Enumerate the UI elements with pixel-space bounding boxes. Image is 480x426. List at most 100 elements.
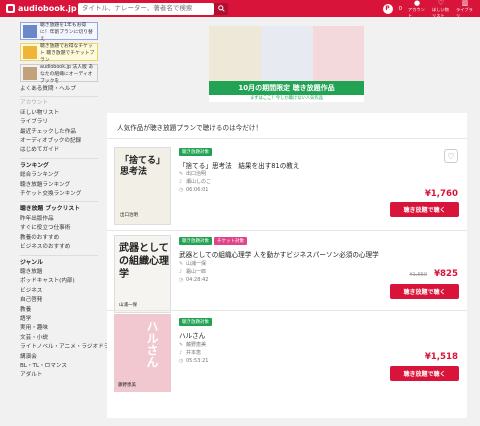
sidebar-item-wishlist[interactable]: ほしい物リスト [20, 109, 104, 118]
book-narrator: ♪ 霜山一郎 [179, 268, 206, 276]
heart-icon: ♡ [447, 151, 455, 161]
author-icon: ✎ [179, 261, 184, 267]
logo[interactable]: audiobook.jp [6, 4, 78, 13]
sidebar-item-genre[interactable]: 語学 [20, 315, 104, 324]
status-badge: 聴き放題対象 [179, 318, 212, 326]
banner-cover-art [261, 26, 313, 81]
book-author: ✎ 山浦一保 [179, 260, 206, 268]
campaign-banner[interactable]: 10月の期間限定 聴き放題作品 まずはここ！今しか聴けない人気作品 [209, 26, 364, 102]
price: ¥1,518 [424, 352, 458, 362]
cover-author: 山浦一保 [119, 303, 137, 308]
top-bar: audiobook.jp P 0 ● アカウント ♡ ほしい物リスト ▥ ライブ… [0, 0, 480, 19]
sidebar-item-log[interactable]: オーディオブックの記録 [20, 137, 104, 146]
status-badge: 聴き放題対象 [179, 237, 212, 245]
divider [20, 96, 98, 98]
sidebar-item-genre[interactable]: 実用・趣味 [20, 324, 104, 333]
promo-business[interactable]: audiobook.jp 法人版 あなたの組織にオーディオブックを [20, 64, 98, 84]
sidebar-heading-genre: ジャンル [20, 259, 43, 266]
banner-title: 10月の期間限定 聴き放題作品 [209, 81, 364, 95]
promo-thumbnail [23, 66, 37, 80]
book-duration: ◷ 06:06:01 [179, 186, 208, 194]
page-title: 人気作品が聴き放題プランで聴けるのは今だけ！ [117, 124, 263, 132]
book-duration: ◷ 04:28:42 [179, 276, 208, 284]
wishlist-button[interactable]: ♡ ほしい物リスト [432, 0, 450, 19]
banner-cover-art [209, 26, 261, 81]
coin-count: 0 [398, 5, 403, 12]
cover-title: 「捨てる」思考法 [120, 156, 166, 177]
logo-icon [6, 4, 15, 13]
sidebar-item-ranking-unlimited[interactable]: 聴き放題ランキング [20, 181, 104, 190]
sidebar-item-ranking-all[interactable]: 総合ランキング [20, 171, 104, 180]
listen-button[interactable]: 聴き放題で聴く [390, 202, 459, 217]
listen-button[interactable]: 聴き放題で聴く [390, 366, 459, 381]
sidebar-item-genre[interactable]: 講演会 [20, 353, 104, 362]
status-badge: 聴き放題対象 [179, 148, 212, 156]
book-title[interactable]: ハルさん [179, 330, 205, 340]
sidebar-item-genre[interactable]: 自己啓発 [20, 296, 104, 305]
account-button[interactable]: ● アカウント [408, 0, 426, 19]
sidebar: 聴き放題を1年もお得に！年割プランに切り替え 聴き放題でお得なチケット 聴き放題… [20, 22, 115, 381]
sidebar-item-genre[interactable]: 教養 [20, 306, 104, 315]
sidebar-item-genre[interactable]: BL・TL・ロマンス [20, 362, 104, 371]
sidebar-item-genre[interactable]: アダルト [20, 371, 104, 380]
tag-list: 聴き放題対象 チケット対象 [179, 237, 247, 245]
banner-subtitle: まずはここ！今しか聴けない人気作品 [249, 96, 324, 101]
sidebar-item-faq[interactable]: よくある質問・ヘルプ [20, 85, 104, 94]
favorite-button[interactable]: ♡ [444, 149, 458, 163]
author-name: 山浦一保 [186, 261, 207, 267]
book-cover[interactable]: 「捨てる」思考法 出口治明 [114, 147, 171, 225]
clock-icon: ◷ [179, 358, 184, 364]
sidebar-item-ranking-ticket[interactable]: チケット交換ランキング [20, 190, 104, 199]
search-button[interactable] [214, 2, 228, 15]
coin-icon[interactable]: P [382, 3, 393, 14]
list-item: 武器としての組織心理学 山浦一保 聴き放題対象 チケット対象 武器としての組織心… [107, 231, 467, 315]
sidebar-item-booklist[interactable]: ビジネスのおすすめ [20, 243, 104, 252]
main-panel: 人気作品が聴き放題プランで聴けるのは今だけ！ 「捨てる」思考法 出口治明 聴き放… [107, 113, 467, 418]
sidebar-item-recent[interactable]: 最近チェックした作品 [20, 128, 104, 137]
logo-text: audiobook.jp [18, 4, 77, 13]
sidebar-item-genre[interactable]: 聴き放題 [20, 268, 104, 277]
account-label: アカウント [408, 6, 425, 18]
listen-button[interactable]: 聴き放題で聴く [390, 284, 459, 299]
book-narrator: ♪ 井本恵 [179, 349, 201, 357]
list-item: ハルさん 藤野恵美 聴き放題対象 ハルさん ✎ 藤野恵美 ♪ 井本恵 ◷ 05:53:… [107, 311, 467, 411]
book-narrator: ♪ 瀬山しのこ [179, 178, 211, 186]
cover-title: 武器としての組織心理学 [119, 243, 169, 280]
sidebar-section-account: アカウント [20, 100, 48, 107]
duration-value: 04:28:42 [186, 277, 209, 283]
mic-icon: ♪ [179, 269, 183, 275]
book-cover[interactable]: ハルさん 藤野恵美 [114, 314, 171, 392]
book-title[interactable]: 「捨てる」思考法 結果を出す81の教え [179, 160, 299, 170]
tag-list: 聴き放題対象 [179, 148, 212, 156]
search-icon [217, 5, 225, 12]
sidebar-item-genre[interactable]: ビジネス [20, 287, 104, 296]
sidebar-item-booklist[interactable]: 教養のおすすめ [20, 234, 104, 243]
sidebar-item-genre[interactable]: 文芸・小説 [20, 334, 104, 343]
sidebar-item-library[interactable]: ライブラリ [20, 118, 104, 127]
library-button[interactable]: ▥ ライブラリ [456, 0, 474, 19]
promo-ticket-plan[interactable]: 聴き放題でお得なチケット 聴き放題でチケットプラン [20, 43, 98, 63]
sidebar-item-genre[interactable]: ライトノベル・アニメ・ラジオドラマ [20, 343, 115, 352]
book-cover[interactable]: 武器としての組織心理学 山浦一保 [114, 235, 171, 313]
duration-value: 05:53:21 [186, 358, 209, 364]
duration-value: 06:06:01 [186, 187, 209, 193]
price: ¥825 [434, 269, 458, 279]
clock-icon: ◷ [179, 187, 184, 193]
search-input[interactable] [78, 2, 214, 15]
list-item: 「捨てる」思考法 出口治明 聴き放題対象 「捨てる」思考法 結果を出す81の教え… [107, 139, 467, 230]
divider [20, 157, 98, 159]
promo-annual-plan[interactable]: 聴き放題を1年もお得に！年割プランに切り替え [20, 22, 98, 42]
sidebar-item-guide[interactable]: はじめてガイド [20, 146, 104, 155]
author-icon: ✎ [179, 171, 184, 177]
divider [20, 201, 98, 203]
wishlist-label: ほしい物リスト [432, 6, 449, 18]
banner-artwork [209, 26, 364, 81]
sidebar-heading-booklist: 聴き放題 ブックリスト [20, 206, 80, 213]
cover-title: ハルさん [145, 320, 159, 368]
author-name: 出口治明 [186, 171, 207, 177]
sidebar-item-genre[interactable]: ポッドキャスト(内部) [20, 277, 104, 286]
price: ¥1,760 [424, 189, 458, 199]
book-title[interactable]: 武器としての組織心理学 人を動かすビジネスパーソン必須の心理学 [179, 249, 379, 259]
sidebar-item-booklist[interactable]: すぐに役立つ仕事術 [20, 224, 104, 233]
sidebar-item-booklist[interactable]: 昨年出版作品 [20, 215, 104, 224]
